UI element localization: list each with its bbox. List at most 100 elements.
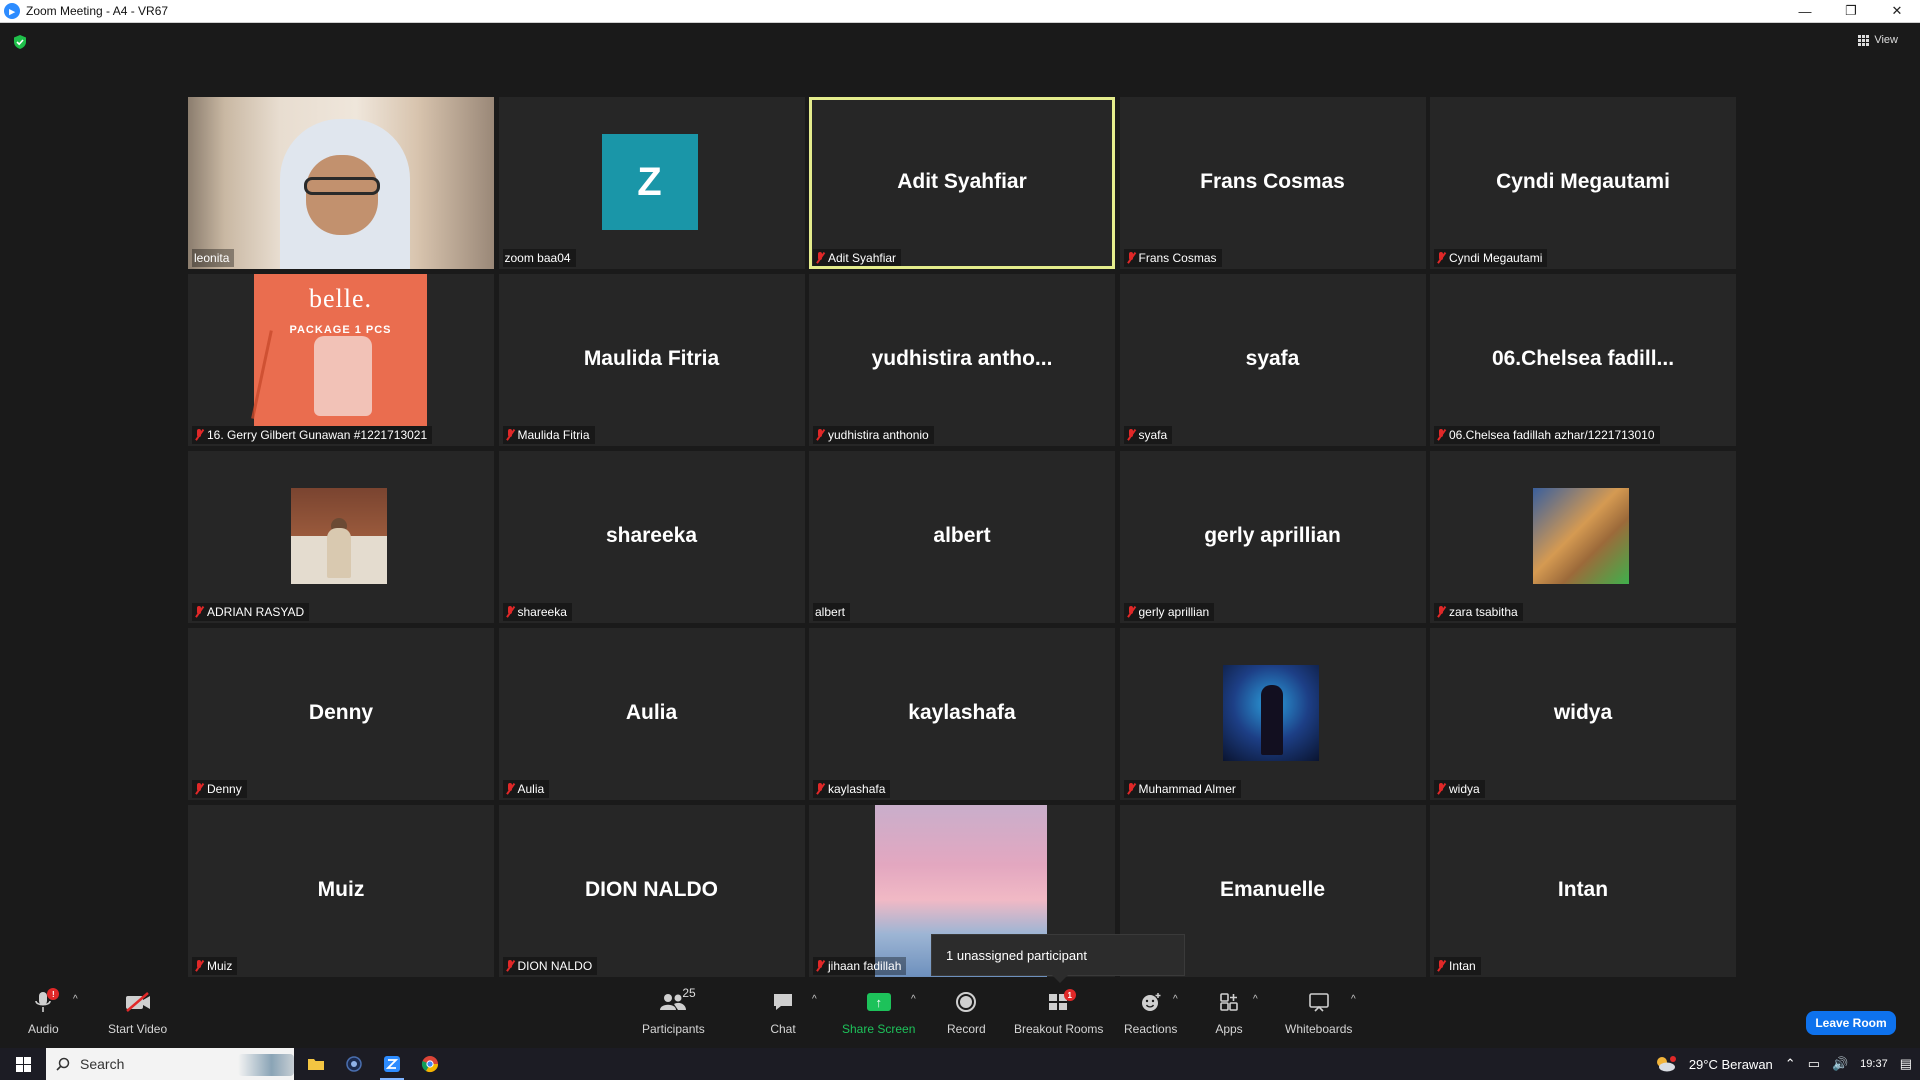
- participant-tile[interactable]: shareeka shareeka: [498, 451, 805, 623]
- weather-text[interactable]: 29°C Berawan: [1689, 1057, 1773, 1072]
- muted-mic-icon: [1436, 783, 1446, 795]
- volume-icon[interactable]: 🔊: [1832, 1056, 1848, 1072]
- network-icon[interactable]: ▭: [1808, 1056, 1820, 1072]
- chat-label: Chat: [770, 1022, 796, 1036]
- participant-tile[interactable]: Cyndi Megautami Cyndi Megautami: [1430, 97, 1736, 269]
- share-options-caret[interactable]: ^: [911, 994, 916, 1005]
- participant-tile[interactable]: belle. PACKAGE 1 PCS 16. Gerry Gilbert Gun…: [188, 274, 494, 446]
- record-button[interactable]: Record: [947, 988, 986, 1036]
- apps-label: Apps: [1215, 1022, 1243, 1036]
- participant-display-name: shareeka: [605, 523, 698, 547]
- participants-label: Participants: [642, 1022, 705, 1036]
- participant-tile[interactable]: gerly aprillian gerly aprillian: [1119, 451, 1426, 623]
- muted-mic-icon: [1436, 960, 1446, 972]
- participants-button[interactable]: 25 Participants: [642, 986, 705, 1036]
- participant-name-label: Muhammad Almer: [1123, 780, 1241, 798]
- participant-display-name: syafa: [1245, 346, 1300, 370]
- reactions-options-caret[interactable]: ^: [1173, 994, 1178, 1005]
- taskbar-search-box[interactable]: Search: [46, 1048, 294, 1080]
- minimize-button[interactable]: —: [1782, 0, 1828, 23]
- participant-name-text: shareeka: [517, 605, 567, 619]
- muted-mic-icon: [194, 429, 204, 441]
- muted-mic-icon: [815, 429, 825, 441]
- participant-tile[interactable]: kaylashafa kaylashafa: [809, 628, 1115, 800]
- leave-room-button[interactable]: Leave Room: [1806, 1011, 1896, 1035]
- participant-tile[interactable]: Adit Syahfiar Adit Syahfiar: [809, 97, 1115, 269]
- start-video-button[interactable]: Start Video: [108, 988, 167, 1036]
- participant-name-text: zoom baa04: [504, 251, 571, 265]
- unassigned-participant-tooltip: 1 unassigned participant: [931, 934, 1185, 983]
- participant-tile[interactable]: Zzoom baa04: [498, 97, 805, 269]
- participant-tile[interactable]: 06.Chelsea fadill... 06.Chelsea fadillah …: [1430, 274, 1736, 446]
- participant-profile-image: [1222, 665, 1319, 761]
- participant-name-label: ADRIAN RASYAD: [192, 603, 310, 621]
- participant-display-name: Denny: [308, 700, 374, 724]
- participant-name-label: leonita: [192, 249, 235, 267]
- breakout-badge: 1: [1063, 989, 1076, 1001]
- participant-tile[interactable]: zara tsabitha: [1430, 451, 1736, 623]
- muted-mic-icon: [1436, 429, 1446, 441]
- participant-tile[interactable]: Maulida Fitria Maulida Fitria: [498, 274, 805, 446]
- app-circle-icon: [346, 1056, 362, 1072]
- restore-button[interactable]: ❐: [1828, 0, 1874, 23]
- audio-button[interactable]: ! Audio: [28, 988, 60, 1036]
- participant-name-text: zara tsabitha: [1449, 605, 1518, 619]
- participant-name-label: Maulida Fitria: [502, 426, 595, 444]
- muted-mic-icon: [815, 252, 825, 264]
- muted-mic-icon: [194, 606, 204, 618]
- taskbar-zoom[interactable]: [376, 1048, 408, 1080]
- muted-mic-icon: [1436, 252, 1446, 264]
- close-button[interactable]: ✕: [1874, 0, 1920, 23]
- apps-options-caret[interactable]: ^: [1253, 994, 1258, 1005]
- share-screen-button[interactable]: ↑ Share Screen: [842, 988, 915, 1036]
- participant-display-name: 06.Chelsea fadill...: [1491, 346, 1675, 370]
- participant-name-label: widya: [1434, 780, 1485, 798]
- participant-tile[interactable]: widya widya: [1430, 628, 1736, 800]
- participant-tile[interactable]: Muhammad Almer: [1119, 628, 1426, 800]
- encryption-shield-icon[interactable]: [12, 34, 28, 50]
- participant-tile[interactable]: ADRIAN RASYAD: [188, 451, 494, 623]
- chat-options-caret[interactable]: ^: [812, 994, 817, 1005]
- participant-tile[interactable]: leonita: [188, 97, 494, 269]
- participant-tile[interactable]: DION NALDO DION NALDO: [498, 805, 805, 977]
- breakout-rooms-button[interactable]: 1 Breakout Rooms: [1014, 988, 1103, 1036]
- participant-tile[interactable]: Denny Denny: [188, 628, 494, 800]
- taskbar-app-2[interactable]: [338, 1048, 370, 1080]
- taskbar-file-explorer[interactable]: [300, 1048, 332, 1080]
- tray-expand-icon[interactable]: ⌃: [1785, 1056, 1796, 1072]
- apps-button[interactable]: Apps: [1214, 988, 1244, 1036]
- audio-options-caret[interactable]: ^: [73, 994, 78, 1005]
- chat-button[interactable]: Chat: [768, 988, 798, 1036]
- whiteboards-button[interactable]: Whiteboards: [1285, 988, 1352, 1036]
- participant-name-text: kaylashafa: [828, 782, 886, 796]
- view-button[interactable]: View: [1858, 34, 1898, 46]
- share-screen-icon: ↑: [866, 993, 891, 1011]
- participant-display-name: Emanuelle: [1219, 877, 1326, 901]
- participant-tile[interactable]: Intan Intan: [1430, 805, 1736, 977]
- muted-mic-icon: [505, 783, 515, 795]
- chrome-icon: [421, 1056, 439, 1073]
- reactions-button[interactable]: Reactions: [1124, 988, 1177, 1036]
- muted-mic-icon: [1126, 606, 1136, 618]
- participant-tile[interactable]: Frans Cosmas Frans Cosmas: [1119, 97, 1426, 269]
- participant-tile[interactable]: Aulia Aulia: [498, 628, 805, 800]
- windows-start-button[interactable]: [0, 1048, 46, 1080]
- participant-tile[interactable]: yudhistira antho... yudhistira anthonio: [809, 274, 1115, 446]
- participant-name-label: zoom baa04: [502, 249, 576, 267]
- participant-tile[interactable]: albert albert: [809, 451, 1115, 623]
- participant-avatar: Z: [601, 134, 698, 230]
- window-controls: — ❐ ✕: [1782, 0, 1920, 23]
- participants-count: 25: [682, 986, 696, 1000]
- breakout-rooms-label: Breakout Rooms: [1014, 1022, 1104, 1036]
- clock[interactable]: 19:37: [1860, 1058, 1888, 1070]
- participant-tile[interactable]: syafa syafa: [1119, 274, 1426, 446]
- notifications-icon[interactable]: ▤: [1900, 1056, 1912, 1072]
- participant-name-label: yudhistira anthonio: [813, 426, 934, 444]
- participant-name-label: jihaan fadillah: [813, 957, 907, 975]
- participant-tile[interactable]: Muiz Muiz: [188, 805, 494, 977]
- taskbar-chrome[interactable]: [414, 1048, 446, 1080]
- participant-name-text: Denny: [207, 782, 242, 796]
- whiteboards-options-caret[interactable]: ^: [1351, 994, 1356, 1005]
- zoom-app-icon: [384, 1056, 400, 1072]
- reactions-icon: [1141, 993, 1161, 1011]
